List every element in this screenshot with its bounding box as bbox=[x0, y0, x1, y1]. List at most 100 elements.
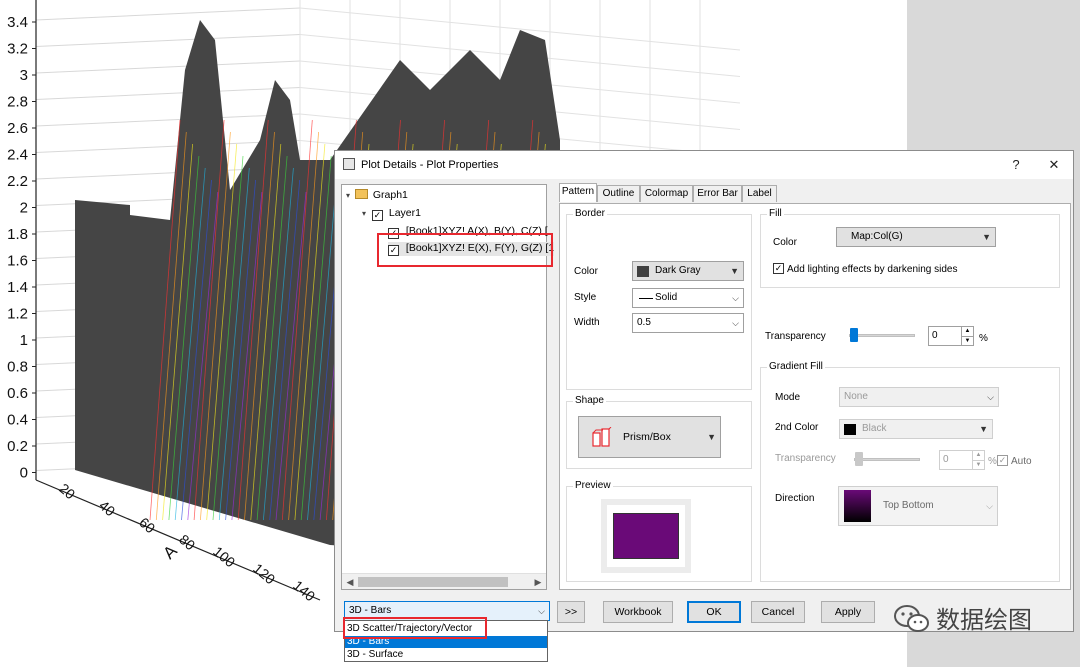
fill-group-label: Fill bbox=[767, 208, 784, 219]
x-tick-label: 100 bbox=[210, 543, 238, 570]
preview-group: Preview bbox=[566, 480, 752, 582]
y-tick-label: 1.4 bbox=[7, 279, 28, 296]
lighting-checkbox[interactable]: ✓ bbox=[773, 263, 784, 274]
direction-combo[interactable]: Top Bottom ⌵ bbox=[838, 486, 998, 526]
transparency-label: Transparency bbox=[765, 331, 826, 342]
shape-combo[interactable]: Prism/Box ▼ bbox=[578, 416, 721, 458]
transparency-slider-thumb[interactable] bbox=[850, 328, 858, 342]
dialog-title: Plot Details - Plot Properties bbox=[361, 159, 499, 171]
border-style-combo[interactable]: Solid ⌵ bbox=[632, 288, 744, 308]
transparency-spinner[interactable]: 0 ▲ ▼ bbox=[928, 326, 974, 346]
tab-error-bar[interactable]: Error Bar bbox=[693, 185, 742, 202]
tree-label-layer1: Layer1 bbox=[388, 207, 421, 219]
border-group: Border Color Dark Gray ▼ Style Solid ⌵ W… bbox=[566, 208, 752, 390]
fill-color-combo[interactable]: Map:Col(G) ▼ bbox=[836, 227, 996, 247]
collapse-icon[interactable]: ▾ bbox=[362, 209, 366, 218]
cancel-button[interactable]: Cancel bbox=[751, 601, 805, 623]
border-width-label: Width bbox=[574, 317, 600, 328]
x-tick-label: 40 bbox=[96, 497, 118, 519]
border-width-combo[interactable]: 0.5 ⌵ bbox=[632, 313, 744, 333]
gradient-transparency-spinner[interactable]: 0 ▲ ▼ bbox=[939, 450, 985, 470]
y-tick-label: 1 bbox=[20, 332, 28, 349]
spin-up-icon[interactable]: ▲ bbox=[972, 451, 984, 460]
spin-up-icon[interactable]: ▲ bbox=[961, 327, 973, 336]
apply-button[interactable]: Apply bbox=[821, 601, 875, 623]
second-color-combo[interactable]: Black ▼ bbox=[839, 419, 993, 439]
tab-pattern[interactable]: Pattern bbox=[559, 183, 597, 202]
solid-line-icon bbox=[639, 298, 653, 299]
y-tick-label: 2.4 bbox=[7, 147, 28, 164]
workbook-button[interactable]: Workbook bbox=[603, 601, 673, 623]
dialog-app-icon bbox=[343, 158, 355, 170]
grid-line bbox=[35, 87, 301, 100]
y-tick-label: 0.4 bbox=[7, 412, 28, 429]
second-color-value: Black bbox=[862, 423, 887, 434]
scroll-right-icon[interactable]: ▶ bbox=[530, 574, 546, 590]
gradient-group-label: Gradient Fill bbox=[767, 361, 825, 372]
x-tick-label: 120 bbox=[250, 560, 278, 587]
scroll-left-icon[interactable]: ◀ bbox=[342, 574, 358, 590]
second-color-label: 2nd Color bbox=[775, 422, 819, 433]
x-tick-label: 80 bbox=[176, 531, 198, 553]
wechat-icon bbox=[894, 605, 929, 632]
direction-value: Top Bottom bbox=[883, 500, 934, 511]
tree-node-layer1[interactable]: ▾ ✓ Layer1 bbox=[362, 207, 421, 221]
border-color-value: Dark Gray bbox=[655, 265, 701, 276]
dialog-titlebar: Plot Details - Plot Properties ? ✕ bbox=[335, 151, 1073, 179]
chevron-down-icon: ⌵ bbox=[732, 318, 739, 328]
tree-label-graph1: Graph1 bbox=[372, 189, 408, 201]
chevron-down-icon: ▼ bbox=[730, 266, 739, 276]
highlight-box-dropdown bbox=[343, 617, 487, 639]
gradient-transparency-value: 0 bbox=[943, 454, 949, 465]
gradient-mode-combo[interactable]: None ⌵ bbox=[839, 387, 999, 407]
preview-frame bbox=[601, 499, 691, 573]
x-tick-label: 140 bbox=[290, 577, 318, 604]
chevron-down-icon: ⌵ bbox=[987, 392, 994, 402]
gradient-transparency-slider-track[interactable] bbox=[854, 458, 920, 461]
border-style-value: Solid bbox=[655, 292, 678, 303]
plot-type-value: 3D - Bars bbox=[349, 605, 392, 616]
chevron-down-icon: ⌵ bbox=[732, 293, 739, 303]
fill-color-value: Map:Col(G) bbox=[851, 231, 903, 242]
tree-horizontal-scrollbar[interactable]: ◀ ▶ bbox=[342, 573, 546, 589]
tab-colormap[interactable]: Colormap bbox=[640, 185, 693, 202]
gradient-fill-group: Gradient Fill Mode None ⌵ 2nd Color Blac… bbox=[760, 361, 1060, 582]
tab-label[interactable]: Label bbox=[742, 185, 777, 202]
help-button[interactable]: ? bbox=[1005, 155, 1027, 175]
gradient-direction-swatch bbox=[844, 490, 871, 522]
dropdown-item-3d-surface[interactable]: 3D - Surface bbox=[345, 649, 547, 661]
layer-checkbox[interactable]: ✓ bbox=[371, 210, 383, 221]
shape-group: Shape Prism/Box ▼ bbox=[566, 395, 752, 469]
tree-node-graph1[interactable]: ▾ Graph1 bbox=[346, 189, 408, 201]
y-tick-label: 2.6 bbox=[7, 120, 28, 137]
y-tick-label: 0 bbox=[20, 465, 28, 482]
transparency-slider-track[interactable] bbox=[849, 334, 915, 337]
border-style-label: Style bbox=[574, 292, 597, 303]
ok-button[interactable]: OK bbox=[687, 601, 741, 623]
folder-icon bbox=[354, 189, 368, 199]
watermark-text: 数据绘图 bbox=[936, 606, 1032, 634]
gradient-auto-checkbox[interactable]: ✓ bbox=[997, 455, 1008, 466]
shape-value: Prism/Box bbox=[623, 431, 671, 443]
y-tick-label: 1.2 bbox=[7, 306, 28, 323]
y-tick-label: 2.2 bbox=[7, 173, 28, 190]
spin-down-icon[interactable]: ▼ bbox=[961, 336, 973, 345]
chevron-down-icon: ⌵ bbox=[986, 501, 993, 511]
grid-line bbox=[35, 113, 301, 127]
prism-box-icon bbox=[592, 427, 612, 447]
scroll-thumb[interactable] bbox=[358, 577, 508, 587]
close-button[interactable]: ✕ bbox=[1043, 155, 1065, 175]
border-color-combo[interactable]: Dark Gray ▼ bbox=[632, 261, 744, 281]
y-tick-label: 2 bbox=[20, 200, 28, 217]
expand-button[interactable]: >> bbox=[557, 601, 585, 623]
gradient-transparency-slider-thumb[interactable] bbox=[855, 452, 863, 466]
y-tick-label: 3.4 bbox=[7, 14, 28, 31]
y-tick-label: 1.6 bbox=[7, 253, 28, 270]
y-tick-label: 3 bbox=[20, 67, 28, 84]
y-tick-label: 0.2 bbox=[7, 438, 28, 455]
tab-outline[interactable]: Outline bbox=[597, 185, 640, 202]
spin-down-icon[interactable]: ▼ bbox=[972, 460, 984, 469]
lighting-label: Add lighting effects by darkening sides bbox=[787, 264, 958, 275]
x-tick-label: 20 bbox=[56, 480, 78, 502]
collapse-icon[interactable]: ▾ bbox=[346, 191, 350, 200]
